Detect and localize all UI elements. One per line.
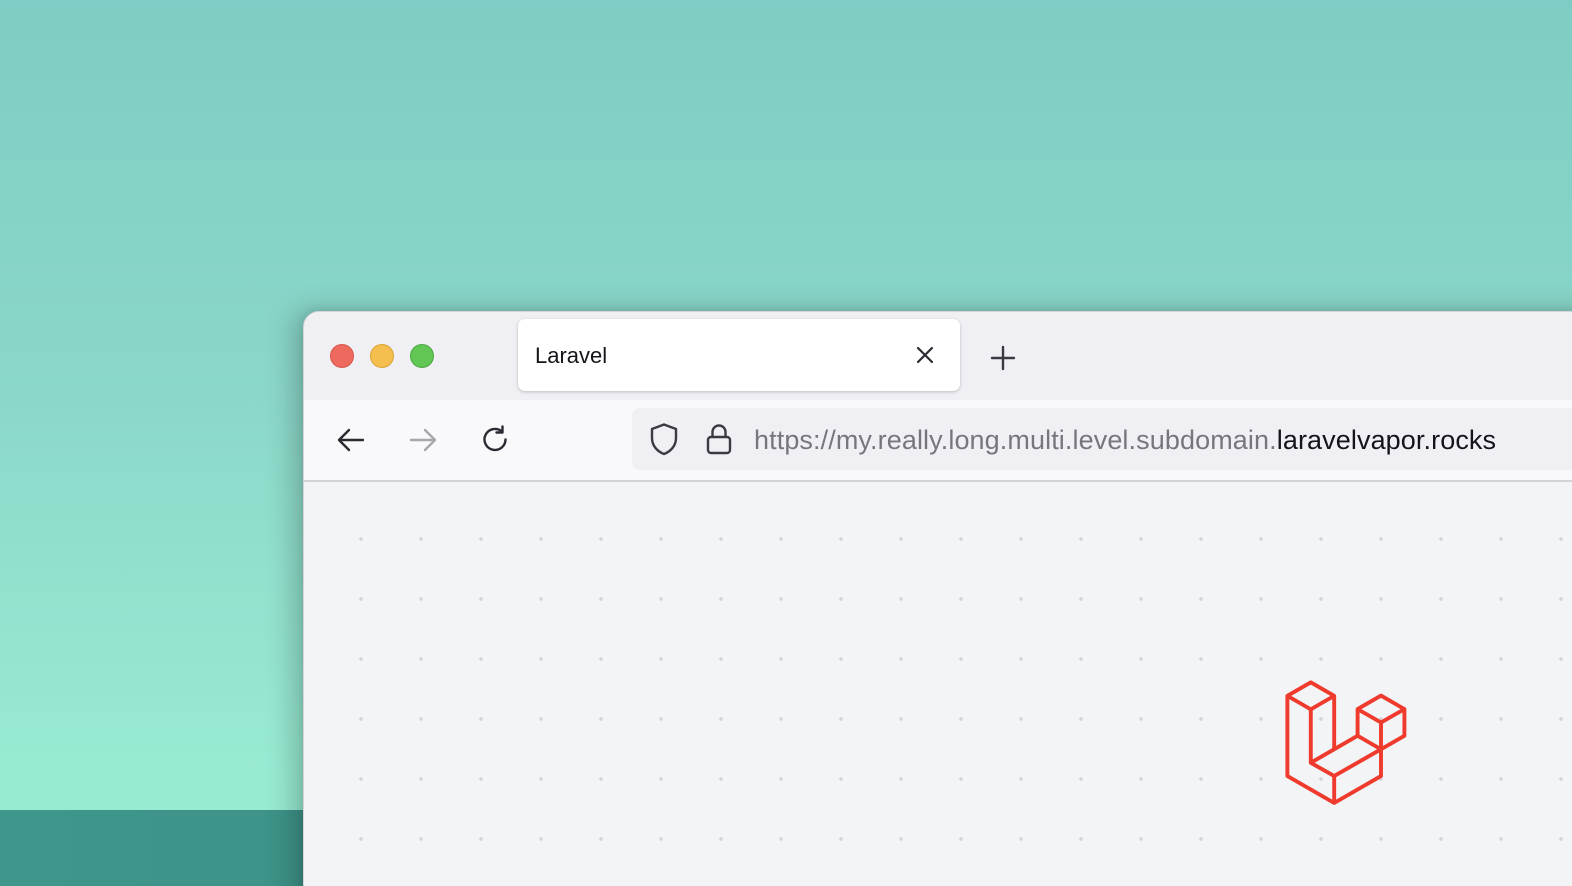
url-bar[interactable]: https://my.really.long.multi.level.subdo…: [632, 408, 1572, 470]
arrow-left-icon: [337, 428, 365, 452]
laravel-logo-path: [1285, 680, 1407, 805]
new-tab-button[interactable]: [985, 340, 1021, 376]
site-security-button[interactable]: [702, 422, 736, 456]
url-text[interactable]: https://my.really.long.multi.level.subdo…: [754, 424, 1496, 456]
tab-title: Laravel: [535, 343, 608, 368]
tracking-protection-button[interactable]: [647, 422, 681, 456]
desktop-background: Laravel https://my.really.long.multi.lev…: [0, 0, 1572, 886]
tab-close-button[interactable]: [911, 341, 939, 369]
arrow-right-icon: [409, 428, 437, 452]
navigation-toolbar: https://my.really.long.multi.level.subdo…: [304, 400, 1572, 482]
url-prefix: https://my.really.long.multi.level.subdo…: [754, 425, 1277, 455]
reload-button[interactable]: [475, 420, 515, 460]
shield-icon: [650, 423, 678, 456]
close-icon: [916, 346, 934, 364]
window-minimize-button[interactable]: [370, 344, 394, 368]
forward-button[interactable]: [403, 420, 443, 460]
url-domain: laravelvapor.rocks: [1276, 425, 1497, 455]
tab-strip: Laravel: [304, 312, 1572, 400]
plus-icon: [990, 345, 1016, 371]
browser-window: Laravel https://my.really.long.multi.lev…: [303, 311, 1572, 886]
lock-icon: [706, 424, 732, 455]
reload-icon: [483, 425, 507, 452]
back-button[interactable]: [331, 420, 371, 460]
laravel-logo-icon: [1285, 680, 1407, 805]
window-maximize-button[interactable]: [410, 344, 434, 368]
page-content: [304, 482, 1572, 886]
window-close-button[interactable]: [330, 344, 354, 368]
tab-laravel[interactable]: Laravel: [518, 319, 960, 391]
